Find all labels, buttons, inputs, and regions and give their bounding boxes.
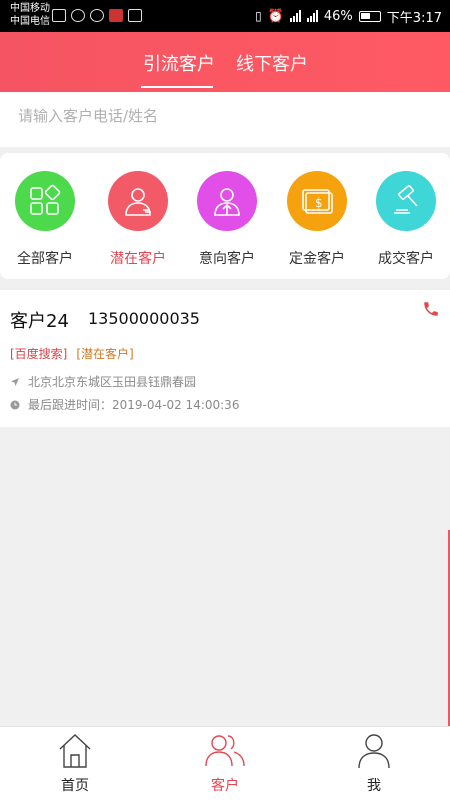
- alarm-icon: ⏰: [267, 8, 284, 24]
- category-deposit[interactable]: $ 定金客户: [272, 171, 362, 268]
- category-closed[interactable]: 成交客户: [361, 171, 450, 268]
- grid-icon: [15, 171, 75, 231]
- category-intent[interactable]: 意向客户: [182, 171, 272, 268]
- customer-phone: 13500000035: [88, 309, 200, 328]
- svg-text:$: $: [315, 196, 323, 210]
- home-icon: [59, 734, 91, 768]
- notification-icons: [52, 9, 142, 22]
- followup-row: 最后跟进时间：2019-04-02 14:00:36: [10, 396, 239, 413]
- phone-icon[interactable]: [422, 300, 440, 318]
- profile-icon: [358, 734, 390, 769]
- category-label: 潜在客户: [110, 251, 166, 267]
- signal-4g-icon: [306, 10, 318, 22]
- wechat-icon: [90, 9, 104, 22]
- status-bar: 中国移动 中国电信 ▯ ⏰ 46% 下午3:17: [0, 0, 450, 32]
- search-input[interactable]: [18, 107, 448, 125]
- nav-label: 首页: [61, 778, 89, 794]
- carrier-info: 中国移动 中国电信: [10, 2, 50, 28]
- search-bar: [0, 92, 450, 147]
- category-potential[interactable]: 潜在客户: [93, 171, 183, 268]
- bottom-nav: 首页 客户 我: [0, 726, 450, 800]
- image-icon: [128, 9, 142, 22]
- category-label: 定金客户: [289, 251, 345, 267]
- vibrate-icon: ▯: [255, 9, 262, 23]
- nav-home[interactable]: 首页: [15, 731, 135, 795]
- clock-icon: [10, 400, 20, 409]
- source-tag: [百度搜索]: [10, 347, 68, 361]
- customer-card[interactable]: 客户24 13500000035 [百度搜索] [潜在客户] 北京北京东城区玉田…: [0, 290, 450, 427]
- nav-label: 客户: [211, 778, 239, 794]
- news-icon: [109, 9, 123, 22]
- last-followup-time: 最后跟进时间：2019-04-02 14:00:36: [28, 398, 240, 412]
- nav-me[interactable]: 我: [314, 731, 434, 795]
- category-row: 全部客户 潜在客户 意向客户 $ 定金客户 成交客户: [0, 153, 450, 279]
- signal-2g-icon: [289, 10, 301, 22]
- customers-icon: [205, 735, 245, 767]
- carrier-1: 中国移动: [10, 3, 50, 14]
- person-icon: [108, 171, 168, 231]
- customer-tags: [百度搜索] [潜在客户]: [10, 345, 134, 362]
- header: 引流客户 线下客户: [0, 32, 450, 92]
- nav-customers[interactable]: 客户: [165, 731, 285, 795]
- activity-icon: [52, 9, 66, 22]
- system-status: ▯ ⏰ 46% 下午3:17: [255, 0, 442, 32]
- nav-label: 我: [367, 778, 381, 794]
- category-label: 全部客户: [17, 251, 73, 267]
- tab-leads[interactable]: 引流客户: [143, 50, 215, 76]
- tab-offline[interactable]: 线下客户: [236, 50, 308, 76]
- location-arrow-icon: [11, 377, 19, 386]
- person-arrow-icon: [197, 171, 257, 231]
- money-card-icon: $: [287, 171, 347, 231]
- category-label: 意向客户: [199, 251, 255, 267]
- app-icon: [71, 9, 85, 22]
- status-tag: [潜在客户]: [76, 347, 134, 361]
- address-row: 北京北京东城区玉田县钰鼎春园: [10, 373, 196, 390]
- battery-percent: 46%: [323, 8, 353, 24]
- battery-icon: [358, 10, 381, 22]
- category-all[interactable]: 全部客户: [0, 171, 90, 268]
- customer-address: 北京北京东城区玉田县钰鼎春园: [28, 375, 197, 389]
- gavel-icon: [376, 171, 436, 231]
- active-tab-indicator: [141, 86, 213, 88]
- customer-name: 客户24: [10, 311, 69, 332]
- clock: 下午3:17: [386, 10, 442, 26]
- carrier-2: 中国电信: [10, 16, 50, 27]
- category-label: 成交客户: [378, 251, 434, 267]
